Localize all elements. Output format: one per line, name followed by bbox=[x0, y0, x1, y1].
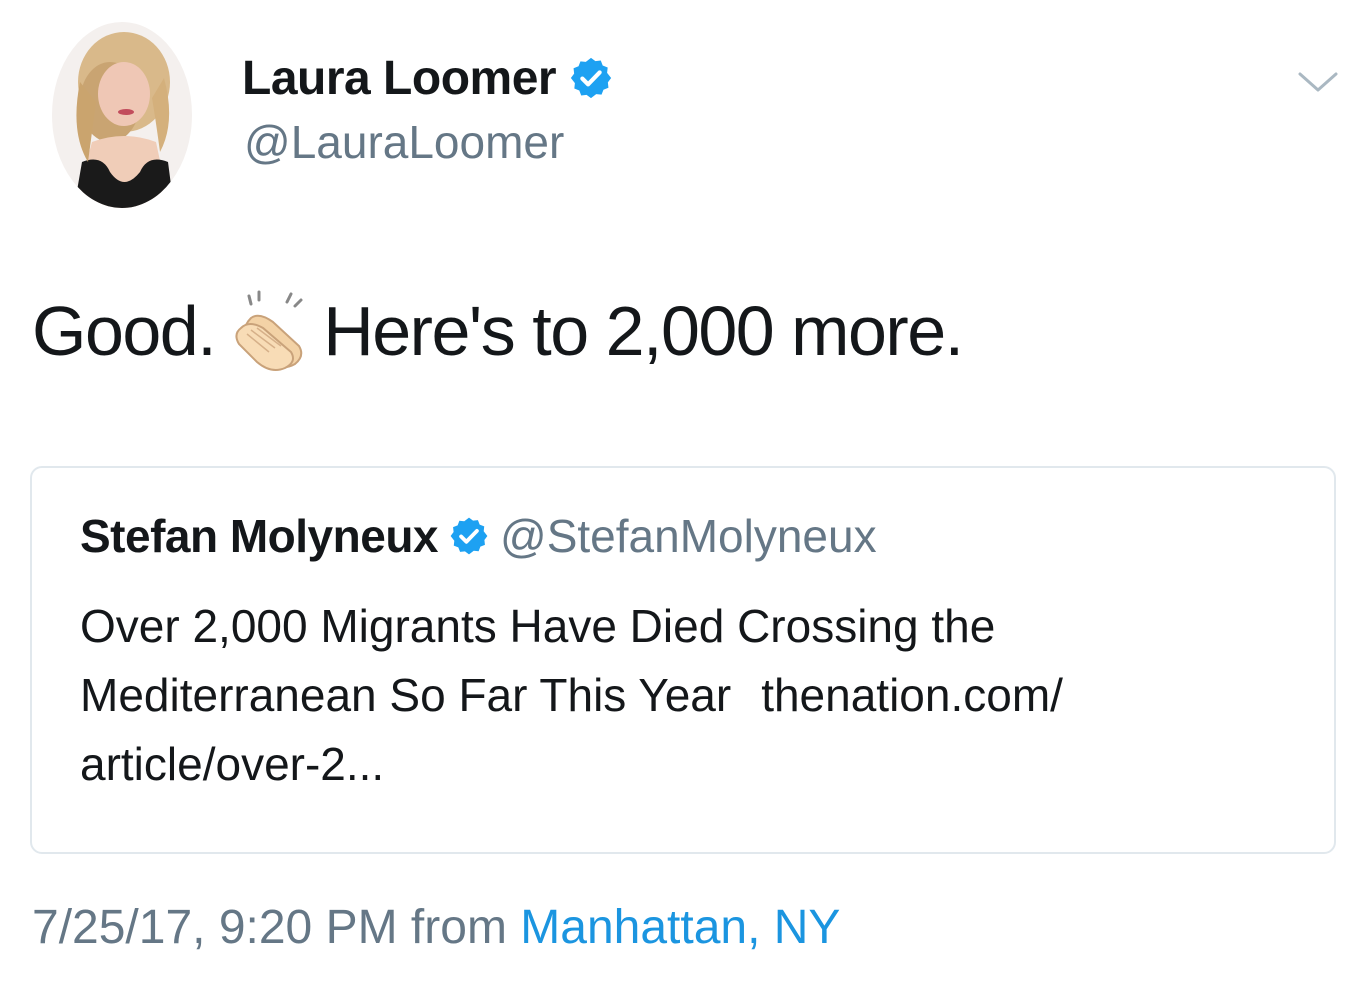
quoted-text: Over 2,000 Migrants Have Died Crossing t… bbox=[80, 592, 1300, 799]
quoted-tweet[interactable]: Stefan Molyneux @StefanMolyneux Over 2,0… bbox=[30, 466, 1336, 854]
tweet-text-after: Here's to 2,000 more. bbox=[323, 292, 964, 370]
quoted-text-segment: Mediterranean So Far This Year bbox=[80, 669, 732, 721]
verified-badge-icon bbox=[568, 55, 614, 101]
quoted-text-line: Mediterranean So Far This Year thenation.… bbox=[80, 661, 1300, 730]
clapping-hands-emoji bbox=[229, 288, 315, 374]
quoted-link-continued[interactable]: article/over-2... bbox=[80, 730, 1300, 799]
tweet-text: Good. Here's to 2,000 more. bbox=[32, 288, 964, 374]
author-handle[interactable]: @LauraLoomer bbox=[244, 115, 564, 169]
quoted-display-name: Stefan Molyneux bbox=[80, 510, 439, 562]
author-display-name[interactable]: Laura Loomer bbox=[242, 51, 557, 106]
quoted-link[interactable]: thenation.com/ bbox=[761, 669, 1063, 721]
avatar[interactable] bbox=[52, 22, 192, 208]
tweet-card: Laura Loomer @LauraLoomer Good. Here's t… bbox=[0, 0, 1360, 1004]
verified-badge-icon bbox=[448, 515, 490, 557]
tweet-text-before: Good. bbox=[32, 292, 217, 370]
location-link[interactable]: Manhattan, NY bbox=[520, 901, 840, 954]
profile-photo-image bbox=[52, 22, 192, 208]
from-label: from bbox=[410, 901, 507, 954]
quoted-handle: @StefanMolyneux bbox=[500, 510, 877, 562]
author-name-row[interactable]: Laura Loomer bbox=[242, 48, 614, 108]
tweet-meta: 7/25/17, 9:20 PM from Manhattan, NY bbox=[32, 900, 840, 955]
chevron-down-icon[interactable] bbox=[1296, 68, 1340, 96]
quoted-text-line: Over 2,000 Migrants Have Died Crossing t… bbox=[80, 600, 996, 652]
timestamp[interactable]: 7/25/17, 9:20 PM bbox=[32, 901, 398, 954]
quoted-author-row: Stefan Molyneux @StefanMolyneux bbox=[80, 508, 877, 564]
